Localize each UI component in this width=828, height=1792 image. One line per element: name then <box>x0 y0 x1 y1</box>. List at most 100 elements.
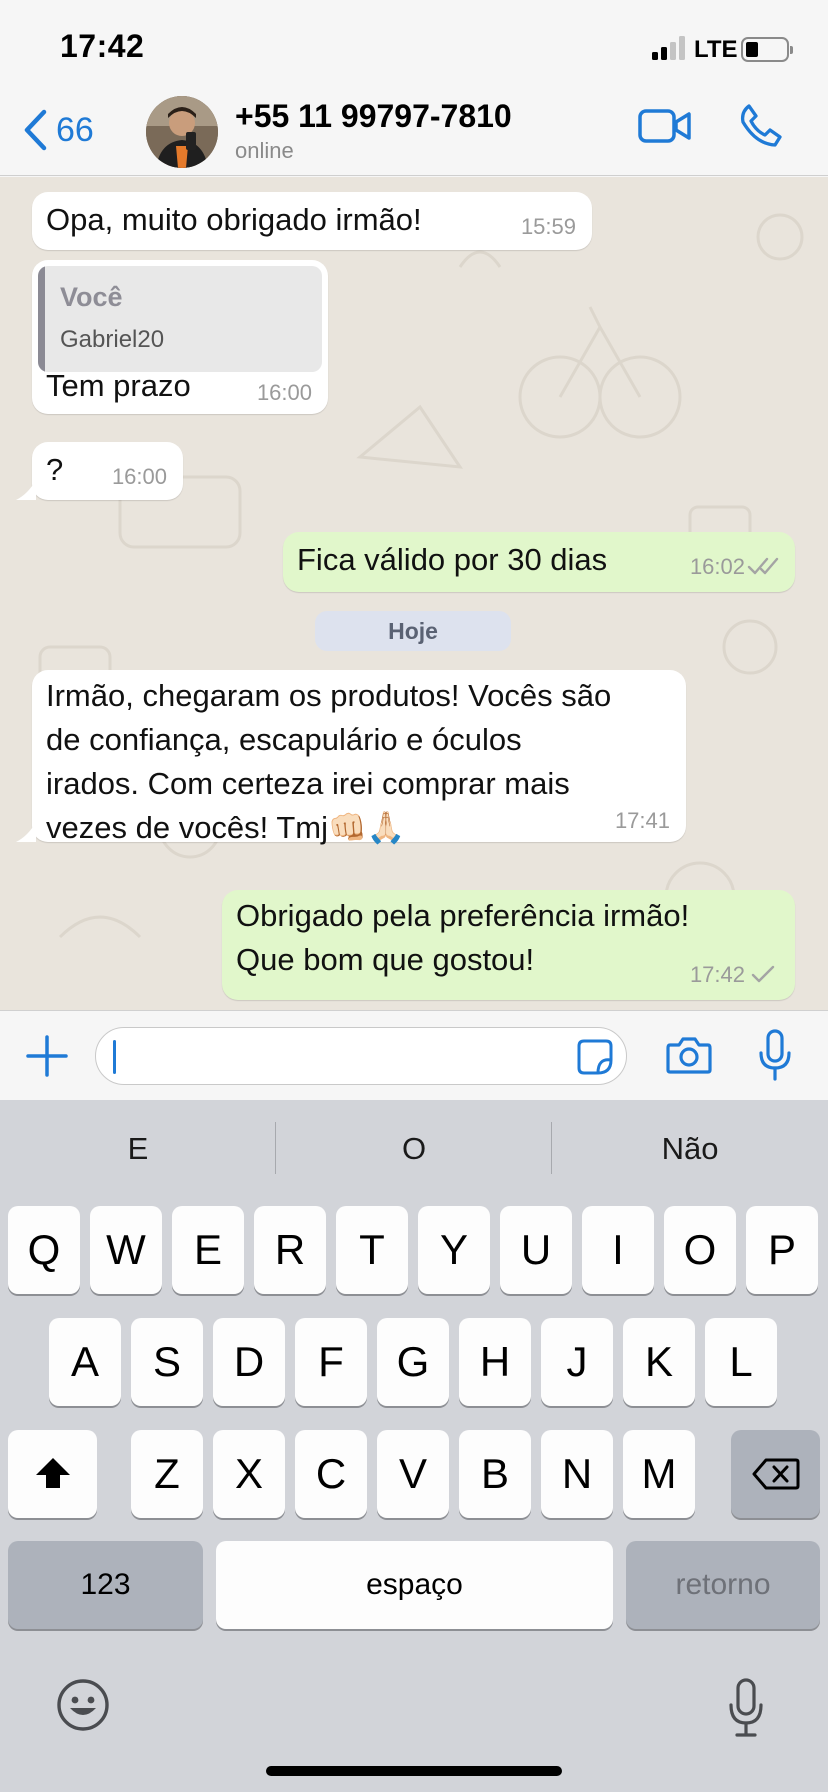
return-key[interactable]: retorno <box>626 1541 820 1629</box>
chevron-left-icon <box>24 109 47 151</box>
key-f[interactable]: F <box>295 1318 367 1406</box>
key-i[interactable]: I <box>582 1206 654 1294</box>
key-n[interactable]: N <box>541 1430 613 1518</box>
key-r[interactable]: R <box>254 1206 326 1294</box>
message-time: 17:42 <box>689 962 745 987</box>
voice-call-button[interactable] <box>738 102 784 148</box>
key-x[interactable]: X <box>213 1430 285 1518</box>
message-input-bar <box>0 1010 828 1100</box>
key-a[interactable]: A <box>49 1318 121 1406</box>
predictive-bar: E O Não <box>0 1100 828 1198</box>
message-text-line: Obrigado pela preferência irmão! <box>236 898 690 933</box>
message-time: 15:59 <box>520 214 576 239</box>
message-text-line: irados. Com certeza irei comprar mais <box>46 766 570 801</box>
message-time: 16:02 <box>689 554 745 579</box>
contact-name[interactable]: +55 11 99797-7810 <box>235 98 512 135</box>
video-camera-icon <box>638 109 691 143</box>
shift-key[interactable] <box>8 1430 97 1518</box>
contact-avatar[interactable] <box>146 96 218 168</box>
key-m[interactable]: M <box>623 1430 695 1518</box>
key-o[interactable]: O <box>664 1206 736 1294</box>
message-text-line: de confiança, escapulário e óculos <box>46 722 522 757</box>
dictation-button[interactable] <box>728 1678 764 1738</box>
message-bubble[interactable]: Fica válido por 30 dias 16:02 <box>283 532 795 592</box>
message-bubble[interactable]: Opa, muito obrigado irmão! 15:59 <box>32 192 592 250</box>
quoted-text: Gabriel20 <box>60 326 165 353</box>
delete-key[interactable] <box>731 1430 820 1518</box>
sent-check-icon <box>751 965 775 983</box>
sticker-button[interactable] <box>576 1038 614 1076</box>
key-u[interactable]: U <box>500 1206 572 1294</box>
key-h[interactable]: H <box>459 1318 531 1406</box>
contact-status: online <box>235 138 294 163</box>
signal-strength-icon <box>652 36 688 60</box>
status-bar: 17:42 LTE <box>0 0 828 88</box>
emoji-button[interactable] <box>56 1678 110 1732</box>
sticker-icon <box>577 1039 613 1075</box>
message-bubble[interactable]: Irmão, chegaram os produtos! Vocês são d… <box>32 670 686 845</box>
suggestion[interactable]: E <box>0 1100 276 1198</box>
key-y[interactable]: Y <box>418 1206 490 1294</box>
key-c[interactable]: C <box>295 1430 367 1518</box>
key-k[interactable]: K <box>623 1318 695 1406</box>
microphone-icon <box>759 1029 791 1081</box>
key-b[interactable]: B <box>459 1430 531 1518</box>
shift-icon <box>35 1458 70 1488</box>
key-q[interactable]: Q <box>8 1206 80 1294</box>
date-separator: Hoje <box>315 611 511 651</box>
message-text-line: Irmão, chegaram os produtos! Vocês são <box>46 678 612 713</box>
key-g[interactable]: G <box>377 1318 449 1406</box>
message-bubble[interactable]: Você Gabriel20 Tem prazo 16:00 <box>32 260 328 414</box>
text-cursor <box>113 1040 116 1074</box>
message-input[interactable] <box>95 1027 627 1085</box>
key-z[interactable]: Z <box>131 1430 203 1518</box>
key-s[interactable]: S <box>131 1318 203 1406</box>
key-v[interactable]: V <box>377 1430 449 1518</box>
numbers-key[interactable]: 123 <box>8 1541 203 1629</box>
suggestion[interactable]: O <box>276 1100 552 1198</box>
message-text-line: Que bom que gostou! <box>236 942 535 977</box>
voice-message-button[interactable] <box>758 1029 792 1081</box>
key-d[interactable]: D <box>213 1318 285 1406</box>
backspace-icon <box>752 1458 799 1490</box>
read-receipt-icon <box>747 557 779 575</box>
microphone-icon <box>729 1678 763 1737</box>
suggestion[interactable]: Não <box>552 1100 828 1198</box>
attach-button[interactable] <box>24 1033 70 1079</box>
message-text: Tem prazo <box>46 368 191 403</box>
plus-icon <box>26 1035 68 1077</box>
chat-area[interactable]: Opa, muito obrigado irmão! 15:59 Você Ga… <box>0 177 828 1010</box>
message-time: 17:41 <box>614 808 670 833</box>
message-bubble[interactable]: Obrigado pela preferência irmão! Que bom… <box>222 890 795 1000</box>
chat-header: 66 +55 11 99797-7810 online <box>0 88 828 176</box>
key-w[interactable]: W <box>90 1206 162 1294</box>
phone-icon <box>740 104 782 147</box>
message-text: Opa, muito obrigado irmão! <box>46 202 422 237</box>
camera-icon <box>666 1037 712 1074</box>
message-time: 16:00 <box>256 380 312 405</box>
space-key[interactable]: espaço <box>216 1541 613 1629</box>
network-label: LTE <box>694 36 738 63</box>
camera-button[interactable] <box>666 1035 712 1075</box>
bubble-tail <box>16 480 36 500</box>
bubble-tail <box>16 822 36 842</box>
battery-icon <box>741 37 793 62</box>
key-p[interactable]: P <box>746 1206 818 1294</box>
key-l[interactable]: L <box>705 1318 777 1406</box>
message-text: ? <box>46 452 64 487</box>
back-button[interactable]: 66 <box>22 104 94 156</box>
message-time: 16:00 <box>111 464 167 489</box>
unread-count: 66 <box>56 110 94 149</box>
emoji-icon <box>57 1679 109 1731</box>
message-text: Fica válido por 30 dias <box>297 542 608 577</box>
home-indicator[interactable] <box>266 1766 562 1776</box>
key-j[interactable]: J <box>541 1318 613 1406</box>
message-text-line: vezes de vocês! Tmj👊🏻🙏🏻 <box>46 810 406 845</box>
quoted-message[interactable]: Você Gabriel20 <box>38 266 322 372</box>
key-t[interactable]: T <box>336 1206 408 1294</box>
video-call-button[interactable] <box>638 106 692 146</box>
status-time: 17:42 <box>60 28 145 64</box>
key-e[interactable]: E <box>172 1206 244 1294</box>
quoted-author: Você <box>60 282 123 312</box>
message-bubble[interactable]: ? 16:00 <box>32 442 183 500</box>
